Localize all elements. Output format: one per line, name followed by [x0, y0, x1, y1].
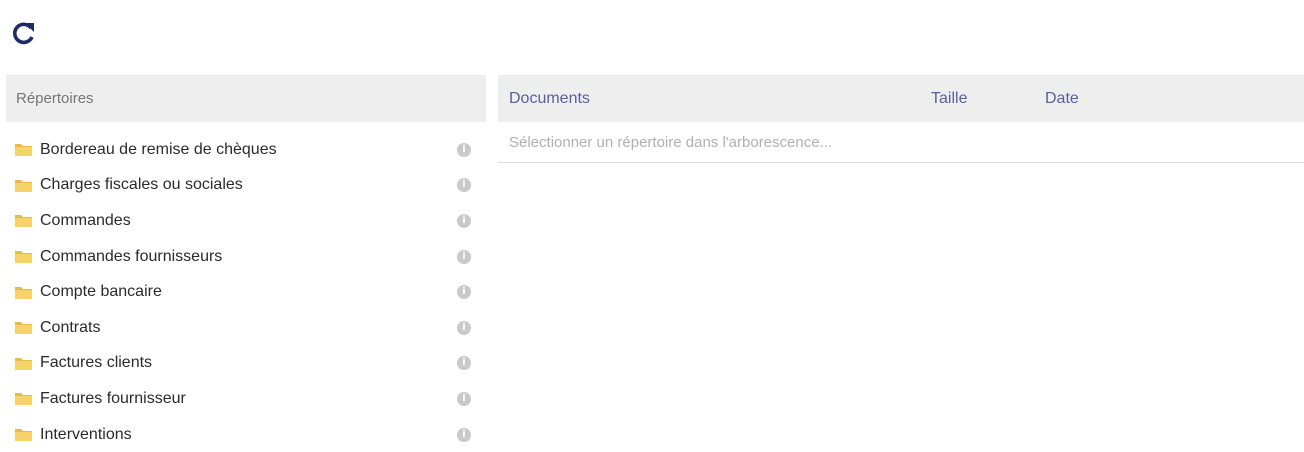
directories-panel: Répertoires Bordereau de remise de chèqu… — [6, 75, 486, 443]
directory-item[interactable]: Contrats i — [6, 310, 486, 346]
folder-icon — [15, 251, 32, 264]
folder-icon — [15, 357, 32, 370]
folder-icon — [15, 179, 32, 192]
column-header-documents[interactable]: Documents — [509, 90, 590, 108]
folder-icon — [15, 429, 32, 442]
info-icon[interactable]: i — [457, 249, 471, 264]
info-icon[interactable]: i — [457, 142, 471, 157]
directory-label: Commandes fournisseurs — [40, 247, 223, 265]
info-icon[interactable]: i — [457, 391, 471, 406]
folder-icon — [15, 144, 32, 157]
column-header-date[interactable]: Date — [1045, 90, 1079, 108]
directory-label: Interventions — [40, 425, 132, 443]
folder-icon — [15, 393, 32, 406]
directory-label: Contrats — [40, 318, 101, 336]
info-icon[interactable]: i — [457, 178, 471, 193]
folder-icon — [15, 322, 32, 335]
info-icon[interactable]: i — [457, 320, 471, 335]
directory-list: Bordereau de remise de chèques i Charges… — [6, 132, 486, 452]
info-icon[interactable]: i — [457, 356, 471, 371]
directory-item[interactable]: Compte bancaire i — [6, 274, 486, 310]
directories-header: Répertoires — [6, 75, 486, 122]
empty-documents-message: Sélectionner un répertoire dans l'arbore… — [498, 122, 1304, 163]
info-icon[interactable]: i — [457, 213, 471, 228]
directory-item[interactable]: Commandes fournisseurs i — [6, 239, 486, 275]
directory-item[interactable]: Charges fiscales ou sociales i — [6, 168, 486, 204]
directory-item[interactable]: Commandes i — [6, 203, 486, 239]
folder-icon — [15, 286, 32, 299]
directory-item[interactable]: Factures clients i — [6, 346, 486, 382]
directory-label: Commandes — [40, 211, 131, 229]
directory-label: Charges fiscales ou sociales — [40, 176, 243, 194]
folder-icon — [15, 215, 32, 228]
info-icon[interactable]: i — [457, 427, 471, 442]
column-header-size[interactable]: Taille — [931, 90, 967, 108]
documents-header: Documents Taille Date — [498, 75, 1304, 122]
refresh-icon[interactable] — [11, 20, 37, 46]
directory-item[interactable]: Interventions i — [6, 417, 486, 452]
directory-label: Factures fournisseur — [40, 389, 186, 407]
directory-label: Factures clients — [40, 354, 153, 372]
directory-item[interactable]: Factures fournisseur i — [6, 381, 486, 417]
info-icon[interactable]: i — [457, 285, 471, 300]
directory-item[interactable]: Bordereau de remise de chèques i — [6, 132, 486, 168]
directory-label: Bordereau de remise de chèques — [40, 140, 277, 158]
directory-label: Compte bancaire — [40, 283, 162, 301]
documents-panel: Documents Taille Date Sélectionner un ré… — [498, 75, 1304, 442]
